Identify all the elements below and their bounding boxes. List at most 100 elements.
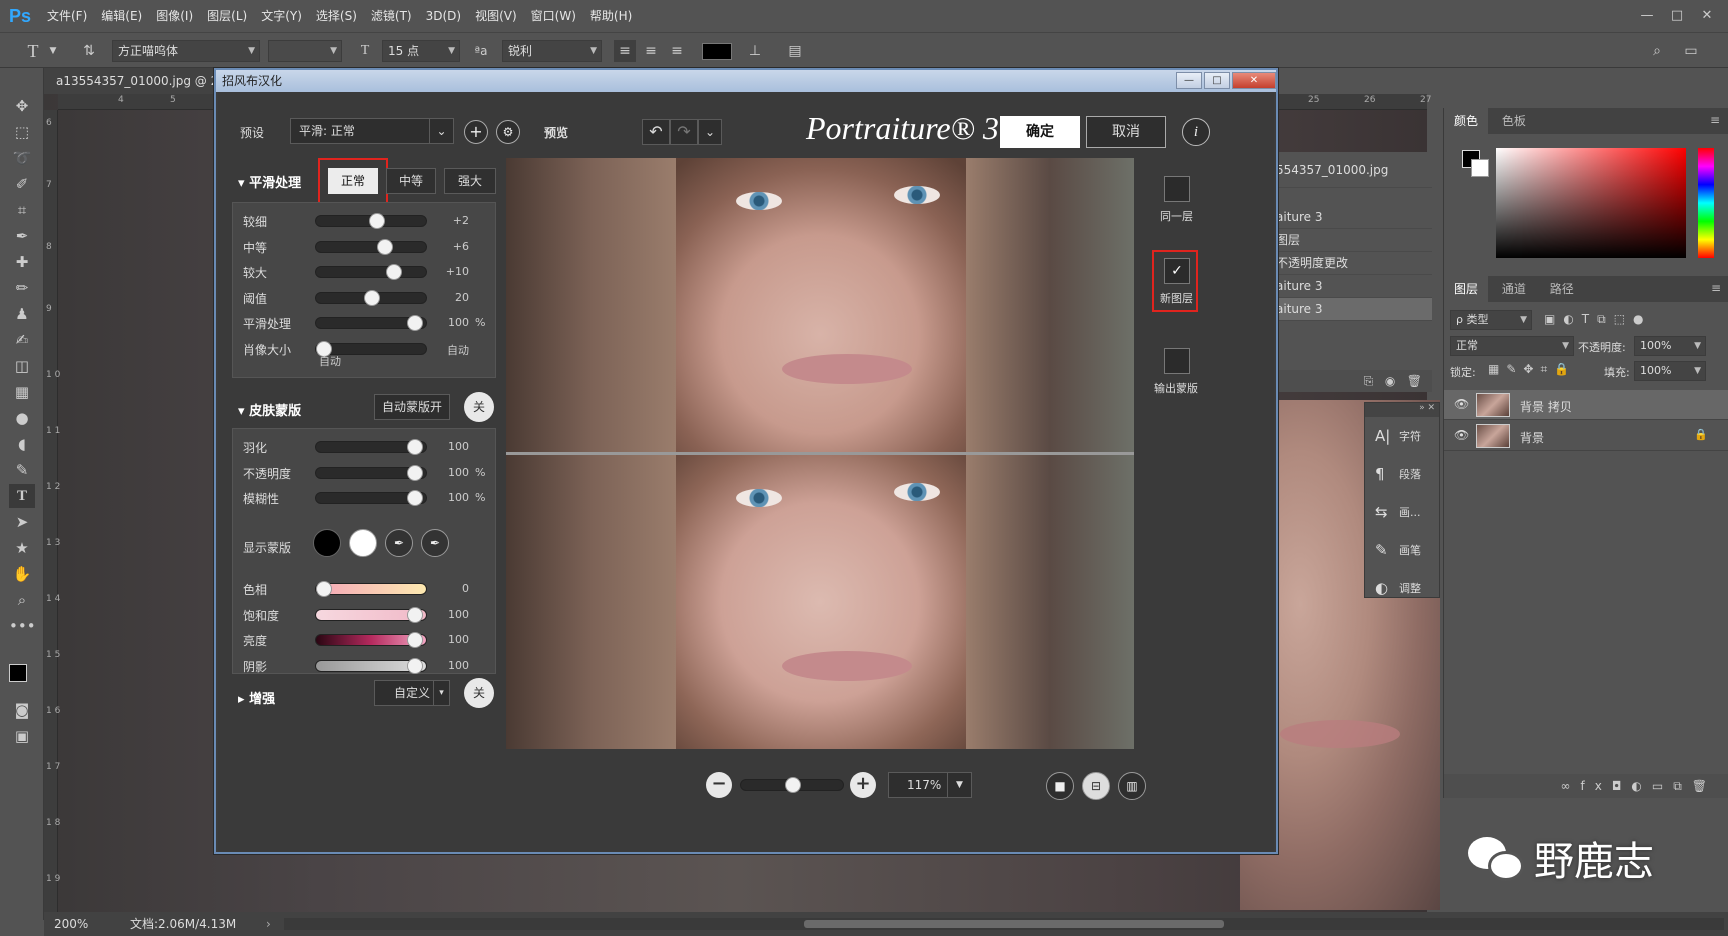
slider-knob[interactable] (364, 289, 380, 306)
lock-icons[interactable]: ▦✎✥⌗🔒 (1488, 362, 1576, 377)
cancel-button[interactable]: 取消 (1086, 116, 1166, 148)
pen-tool-icon[interactable]: ✎ (9, 458, 35, 482)
search-icon[interactable]: ⌕ (1646, 40, 1668, 62)
slider-track[interactable] (315, 213, 427, 229)
mini-adjust[interactable]: ◐ 调整 (1365, 569, 1439, 607)
dialog-close-button[interactable]: ✕ (1232, 72, 1276, 89)
preview-before-image[interactable] (506, 158, 1134, 452)
smoothing-strong-button[interactable]: 强大 (444, 168, 496, 194)
panel-collapse-icon[interactable]: » ✕ (1365, 403, 1439, 417)
history-snapshot[interactable]: 554357_01000.jpg (1270, 152, 1432, 188)
eraser-tool-icon[interactable]: ◫ (9, 354, 35, 378)
history-item[interactable]: 不透明度更改 (1270, 252, 1432, 275)
link-icon[interactable]: ∞ (1561, 779, 1581, 793)
mini-glyph[interactable]: ⇆ 画... (1365, 493, 1439, 531)
zoom-level[interactable]: 200% (54, 912, 88, 936)
eyedropper-tool-icon[interactable]: ✒ (9, 224, 35, 248)
tab-paths[interactable]: 路径 (1540, 276, 1584, 302)
menu-edit[interactable]: 编辑(E) (94, 0, 149, 32)
dialog-minimize-button[interactable]: — (1176, 72, 1202, 89)
zoom-in-button[interactable]: + (850, 772, 876, 798)
history-brush-tool-icon[interactable]: ✍ (9, 328, 35, 352)
slider-track[interactable] (315, 490, 427, 506)
text-color-swatch[interactable] (702, 43, 732, 60)
slider-track[interactable] (315, 439, 427, 455)
mini-paragraph[interactable]: ¶ 段落 (1365, 455, 1439, 493)
folder-icon[interactable]: ▭ (1652, 779, 1673, 793)
info-button[interactable]: i (1182, 118, 1210, 146)
workspace-icon[interactable]: ▭ (1680, 40, 1702, 62)
auto-mask-button[interactable]: 自动蒙版开 (374, 394, 450, 420)
slider-knob[interactable] (407, 632, 424, 648)
slider-knob[interactable] (368, 213, 385, 229)
menu-help[interactable]: 帮助(H) (583, 0, 639, 32)
eye-icon[interactable]: 👁 (1454, 397, 1469, 411)
character-panel-icon[interactable]: ▤ (784, 40, 806, 62)
fill-input[interactable]: 100% ▼ (1634, 361, 1706, 381)
chevron-down-icon[interactable]: ▼ (42, 40, 64, 62)
slider-track[interactable] (315, 238, 427, 255)
preset-select[interactable]: 平滑: 正常 ⌄ (290, 118, 454, 144)
close-button[interactable]: ✕ (1692, 5, 1722, 27)
history-item[interactable]: aiture 3 (1270, 206, 1432, 229)
foreground-color-swatch[interactable] (9, 664, 27, 682)
trash-icon[interactable]: 🗑 (1692, 779, 1717, 793)
tab-channels[interactable]: 通道 (1492, 276, 1536, 302)
gradient-tool-icon[interactable]: ▦ (9, 380, 35, 404)
skin-mask-section-title[interactable]: ▾ 皮肤蒙版 (238, 400, 301, 419)
antialias-select[interactable]: 锐利 ▼ (502, 40, 602, 62)
slider-knob[interactable] (407, 439, 424, 455)
tab-swatches[interactable]: 色板 (1492, 108, 1536, 134)
slider-knob[interactable] (316, 581, 332, 597)
enhance-toggle[interactable]: 关 (464, 678, 494, 708)
more-tools-icon[interactable]: ••• (9, 614, 36, 638)
layer-filter-icons[interactable]: ▣◐T⧉⬚● (1544, 312, 1652, 327)
undo-button[interactable]: ↶ (642, 119, 670, 145)
path-select-tool-icon[interactable]: ➤ (9, 510, 35, 534)
background-color-chip[interactable] (1471, 159, 1489, 177)
text-orientation-icon[interactable]: ⇅ (78, 40, 100, 62)
opacity-input[interactable]: 100% ▼ (1634, 336, 1706, 356)
color-spectrum-field[interactable] (1496, 148, 1686, 258)
add-preset-button[interactable]: + (464, 120, 488, 144)
zoom-slider-knob[interactable] (785, 777, 801, 793)
history-item[interactable]: 图层 (1270, 229, 1432, 252)
slider-track[interactable] (315, 657, 427, 674)
layer-row[interactable]: 👁 背景 🔒 (1444, 421, 1728, 451)
mini-brush[interactable]: ✎ 画笔 (1365, 531, 1439, 569)
hue-slider[interactable] (1698, 148, 1714, 258)
menu-view[interactable]: 视图(V) (468, 0, 524, 32)
crop-tool-icon[interactable]: ⌗ (9, 198, 35, 222)
tab-color[interactable]: 颜色 (1444, 108, 1489, 134)
brush-tool-icon[interactable]: ✏ (9, 276, 35, 300)
font-family-select[interactable]: 方正喵呜体 ▼ (112, 40, 260, 62)
camera-icon[interactable]: ◉ (1385, 374, 1395, 388)
preview-after-image[interactable] (506, 455, 1134, 749)
slider-track[interactable] (315, 606, 427, 623)
smoothing-section-title[interactable]: ▾ 平滑处理 (238, 172, 301, 191)
enhance-section-title[interactable]: ▸ 增强 (238, 688, 275, 707)
menu-filter[interactable]: 滤镜(T) (364, 0, 419, 32)
panel-menu-icon[interactable]: ≡ (1711, 281, 1721, 295)
layer-filter-select[interactable]: ρ 类型 ▼ (1450, 310, 1532, 330)
slider-track[interactable] (315, 264, 427, 280)
zoom-slider[interactable] (740, 777, 844, 793)
menu-file[interactable]: 文件(F) (40, 0, 94, 32)
mask-icon[interactable]: ◘ (1612, 779, 1632, 793)
quick-mask-icon[interactable]: ◙ (9, 698, 35, 722)
move-tool-icon[interactable]: ✥ (9, 94, 35, 118)
menu-window[interactable]: 窗口(W) (524, 0, 583, 32)
slider-track[interactable] (315, 632, 427, 648)
slider-track[interactable] (315, 464, 427, 481)
new-layer-checkbox[interactable]: ✓ (1164, 258, 1190, 284)
smoothing-medium-button[interactable]: 中等 (386, 168, 436, 194)
trash-icon[interactable]: 🗑 (1407, 374, 1422, 388)
slider-knob[interactable] (386, 264, 403, 280)
settings-gear-icon[interactable]: ⚙ (496, 120, 520, 144)
skin-mask-toggle[interactable]: 关 (464, 392, 494, 422)
single-view-button[interactable]: ■ (1046, 772, 1074, 800)
stamp-tool-icon[interactable]: ♟ (9, 302, 35, 326)
menu-select[interactable]: 选择(S) (309, 0, 364, 32)
history-item[interactable]: aiture 3 (1270, 275, 1432, 298)
lasso-tool-icon[interactable]: ➰ (9, 146, 35, 170)
